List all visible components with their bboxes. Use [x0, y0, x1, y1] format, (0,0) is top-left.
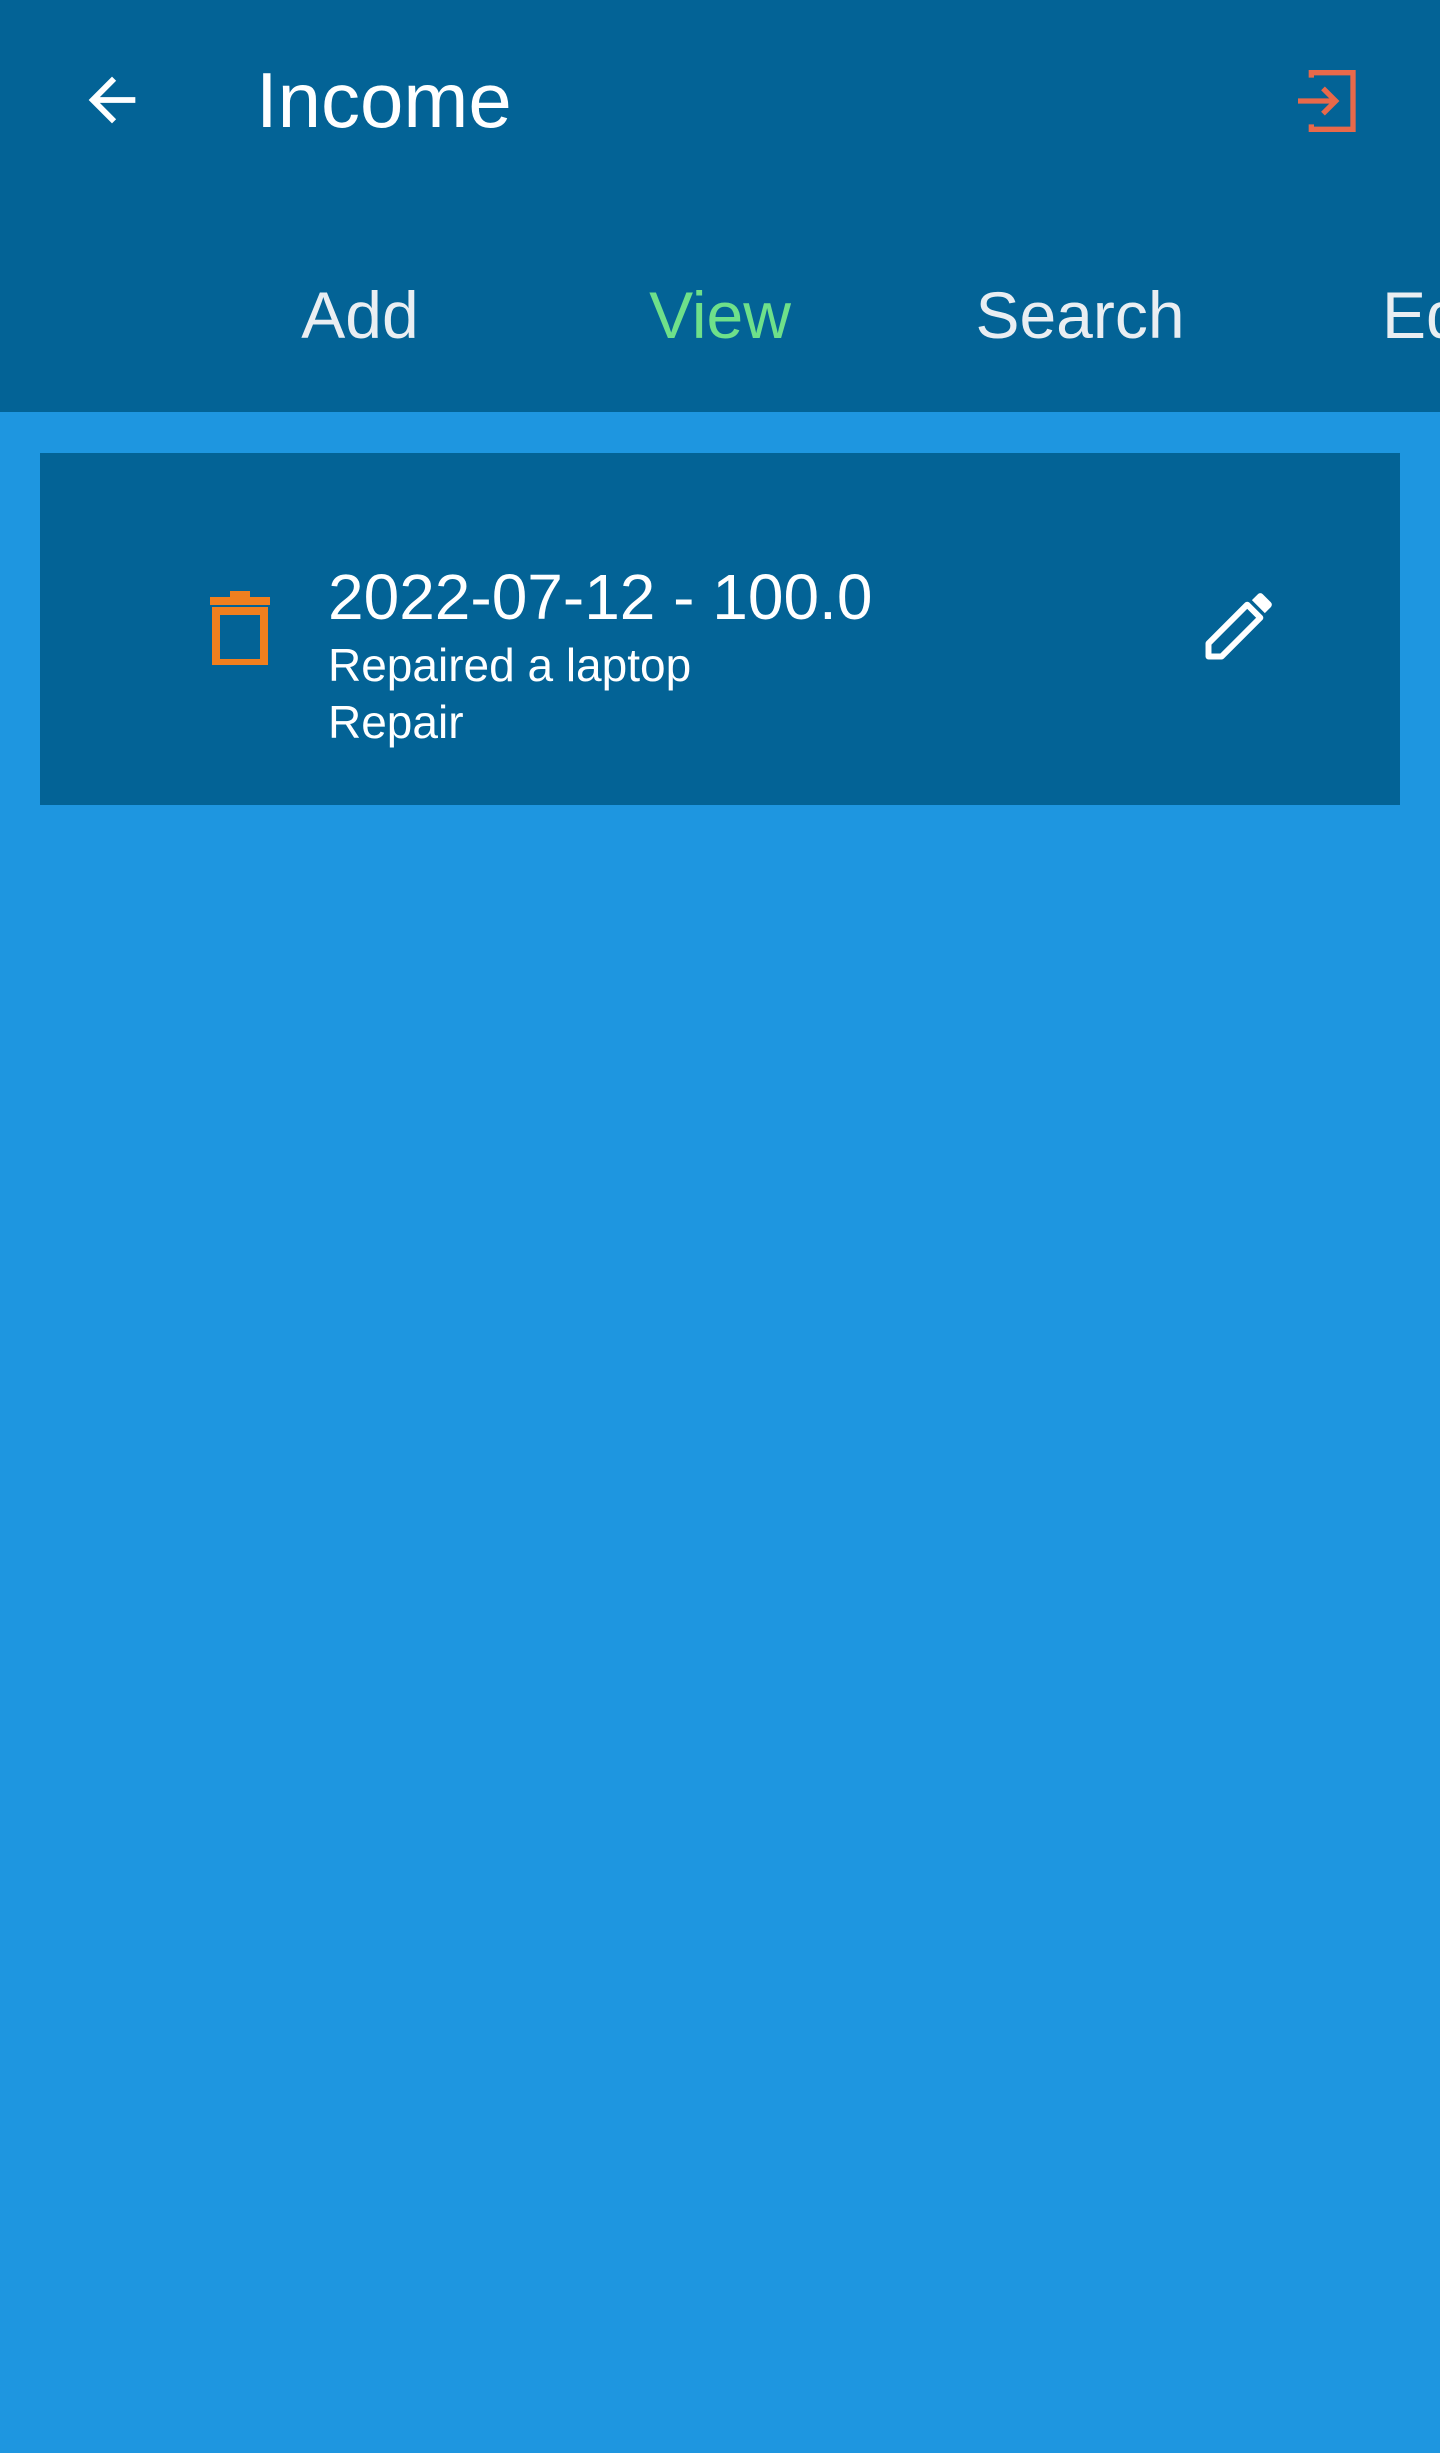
tab-edit[interactable]: Ed — [1378, 250, 1440, 380]
tab-search[interactable]: Search — [900, 250, 1260, 380]
trash-icon — [210, 591, 270, 665]
list-item[interactable]: 2022-07-12 - 100.0 Repaired a laptop Rep… — [40, 453, 1400, 805]
app-header: Income Add View Search Ed — [0, 0, 1440, 412]
tab-view[interactable]: View — [540, 250, 900, 380]
tab-bar: Add View Search Ed — [0, 250, 1440, 380]
entry-title: 2022-07-12 - 100.0 — [328, 561, 873, 633]
entry-category: Repair — [328, 696, 464, 748]
delete-button[interactable] — [188, 557, 292, 697]
edit-button[interactable] — [1190, 575, 1290, 675]
tab-add[interactable]: Add — [180, 250, 540, 380]
logout-button[interactable] — [1278, 56, 1378, 146]
entry-text: 2022-07-12 - 100.0 Repaired a laptop Rep… — [328, 557, 872, 751]
entry-description: Repaired a laptop — [328, 639, 692, 691]
pencil-icon — [1205, 593, 1272, 660]
exit-to-app-icon — [1298, 70, 1356, 132]
arrow-left-icon — [88, 76, 136, 124]
back-button[interactable] — [62, 50, 162, 150]
page-title: Income — [256, 56, 512, 144]
toolbar: Income — [0, 0, 1440, 200]
